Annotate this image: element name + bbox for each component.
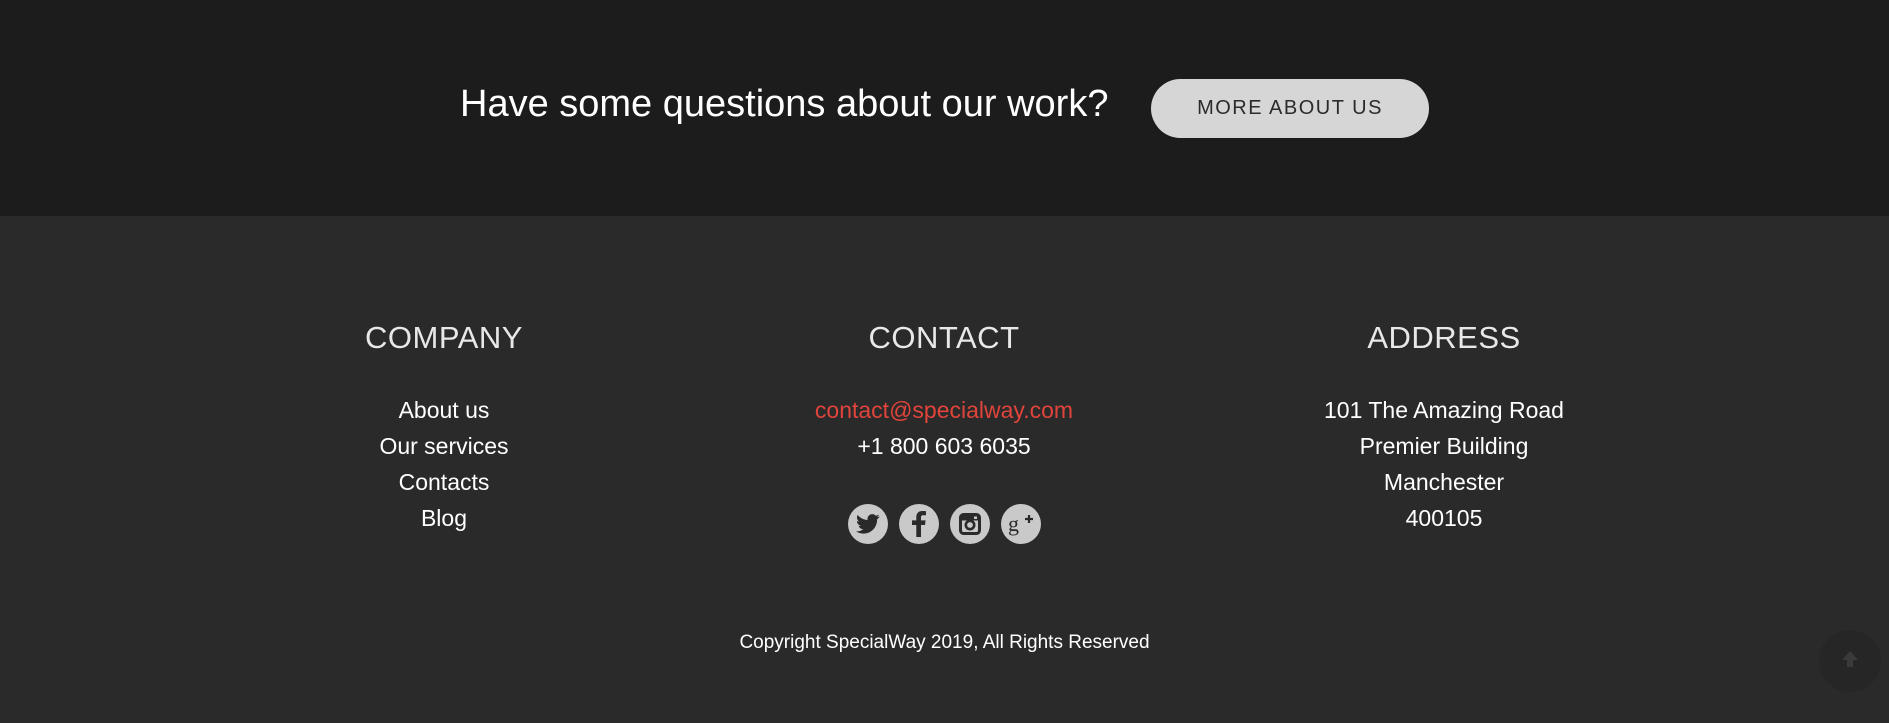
list-item: Our services xyxy=(194,428,694,464)
address-lines: 101 The Amazing Road Premier Building Ma… xyxy=(1194,392,1694,536)
instagram-icon[interactable] xyxy=(949,504,990,544)
company-heading: COMPANY xyxy=(365,320,523,355)
address-line: 101 The Amazing Road xyxy=(1324,397,1564,423)
site-footer: COMPANY About us Our services Contacts B… xyxy=(0,216,1889,723)
arrow-up-icon xyxy=(1840,649,1860,674)
list-item: Blog xyxy=(194,500,694,536)
google-plus-icon[interactable]: g xyxy=(1000,504,1041,544)
social-links: g xyxy=(694,504,1194,544)
contact-heading: CONTACT xyxy=(868,320,1020,355)
contacts-link[interactable]: Contacts xyxy=(399,469,490,495)
blog-link[interactable]: Blog xyxy=(421,505,467,531)
contact-details: contact@specialway.com +1 800 603 6035 xyxy=(694,392,1194,464)
address-line: Premier Building xyxy=(1359,433,1529,459)
list-item: About us xyxy=(194,392,694,428)
more-about-us-button[interactable]: MORE ABOUT US xyxy=(1151,79,1429,138)
our-services-link[interactable]: Our services xyxy=(379,433,508,459)
email-link[interactable]: contact@specialway.com xyxy=(815,397,1073,423)
copyright-text: Copyright SpecialWay 2019, All Rights Re… xyxy=(739,632,1150,653)
list-item: Contacts xyxy=(194,464,694,500)
cta-banner: Have some questions about our work? MORE… xyxy=(0,0,1889,216)
address-heading: ADDRESS xyxy=(1367,320,1521,355)
cta-text: Have some questions about our work? xyxy=(460,83,1109,125)
about-us-link[interactable]: About us xyxy=(399,397,490,423)
address-line: Manchester xyxy=(1383,469,1505,495)
phone-number: +1 800 603 6035 xyxy=(857,433,1031,459)
facebook-icon[interactable] xyxy=(898,504,939,544)
list-item: contact@specialway.com xyxy=(694,392,1194,428)
address-line: 400105 xyxy=(1405,505,1483,531)
svg-text:g: g xyxy=(1008,512,1019,536)
scroll-to-top-button[interactable] xyxy=(1819,630,1881,692)
twitter-icon[interactable] xyxy=(847,504,888,544)
company-links: About us Our services Contacts Blog xyxy=(194,392,694,536)
